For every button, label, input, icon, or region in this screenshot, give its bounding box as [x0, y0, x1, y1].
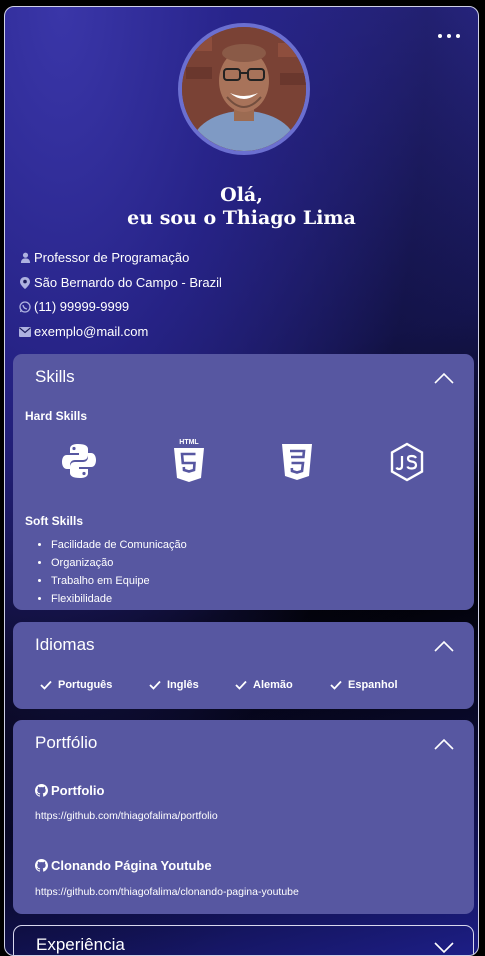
project-title[interactable]: Portfolio: [35, 783, 104, 798]
skills-title[interactable]: Skills: [35, 367, 75, 387]
chevron-down-icon[interactable]: [434, 942, 454, 954]
greeting-name: eu sou o Thiago Lima: [127, 207, 356, 229]
language-item: Alemão: [235, 679, 293, 691]
language-item: Inglês: [149, 679, 199, 691]
portfolio-card: Portfólio Portfolio https://github.com/t…: [13, 720, 474, 914]
language-label: Espanhol: [348, 679, 398, 691]
more-options-icon[interactable]: [438, 32, 460, 40]
email-row: exemplo@mail.com: [19, 324, 148, 339]
nodejs-icon: [390, 442, 424, 482]
languages-card: Idiomas Português Inglês Alemão Espanhol: [13, 622, 474, 709]
html5-icon: HTML: [174, 439, 204, 482]
hard-skills-title: Hard Skills: [25, 409, 88, 423]
css3-icon: [282, 444, 312, 480]
project-name: Portfolio: [51, 783, 105, 798]
check-icon: [330, 680, 342, 690]
soft-skills-list: Facilidade de Comunicação Organização Tr…: [39, 536, 187, 608]
job-title: Professor de Programação: [34, 250, 190, 265]
list-item: Flexibilidade: [51, 590, 187, 608]
chevron-up-icon[interactable]: [434, 738, 454, 750]
avatar: [178, 23, 310, 155]
location-pin-icon: [19, 276, 31, 289]
check-icon: [149, 680, 161, 690]
email-address[interactable]: exemplo@mail.com: [34, 324, 148, 339]
project-name: Clonando Página Youtube: [51, 858, 212, 873]
language-label: Alemão: [253, 679, 293, 691]
phone-row: (11) 99999-9999: [19, 299, 129, 314]
project-link[interactable]: https://github.com/thiagofalima/portfoli…: [35, 810, 218, 822]
location-row: São Bernardo do Campo - Brazil: [19, 275, 222, 290]
profile-page: Olá, eu sou o Thiago Lima Professor de P…: [4, 6, 479, 956]
email-icon: [19, 326, 31, 338]
language-label: Inglês: [167, 679, 199, 691]
language-item: Espanhol: [330, 679, 398, 691]
chevron-up-icon[interactable]: [434, 372, 454, 384]
github-icon: [35, 859, 48, 872]
check-icon: [235, 680, 247, 690]
project-link[interactable]: https://github.com/thiagofalima/clonando…: [35, 886, 299, 898]
location-text: São Bernardo do Campo - Brazil: [34, 275, 222, 290]
experience-card: Experiência: [13, 925, 474, 955]
person-icon: [19, 252, 31, 264]
list-item: Trabalho em Equipe: [51, 572, 187, 590]
phone-number[interactable]: (11) 99999-9999: [34, 299, 129, 314]
job-row: Professor de Programação: [19, 250, 189, 265]
languages-title[interactable]: Idiomas: [35, 635, 95, 655]
chevron-up-icon[interactable]: [434, 640, 454, 652]
list-item: Organização: [51, 554, 187, 572]
github-icon: [35, 784, 48, 797]
project-title[interactable]: Clonando Página Youtube: [35, 858, 212, 873]
list-item: Facilidade de Comunicação: [51, 536, 187, 554]
soft-skills-title: Soft Skills: [25, 514, 84, 528]
whatsapp-icon: [19, 300, 31, 313]
greeting-line1: Olá,: [220, 184, 263, 206]
language-item: Português: [40, 679, 112, 691]
language-label: Português: [58, 679, 113, 691]
check-icon: [40, 680, 52, 690]
skills-card: Skills Hard Skills HTML Soft Skills Faci…: [13, 354, 474, 610]
portfolio-title[interactable]: Portfólio: [35, 733, 97, 753]
python-icon: [62, 444, 96, 478]
svg-text:HTML: HTML: [179, 439, 199, 446]
experience-title[interactable]: Experiência: [36, 935, 125, 955]
